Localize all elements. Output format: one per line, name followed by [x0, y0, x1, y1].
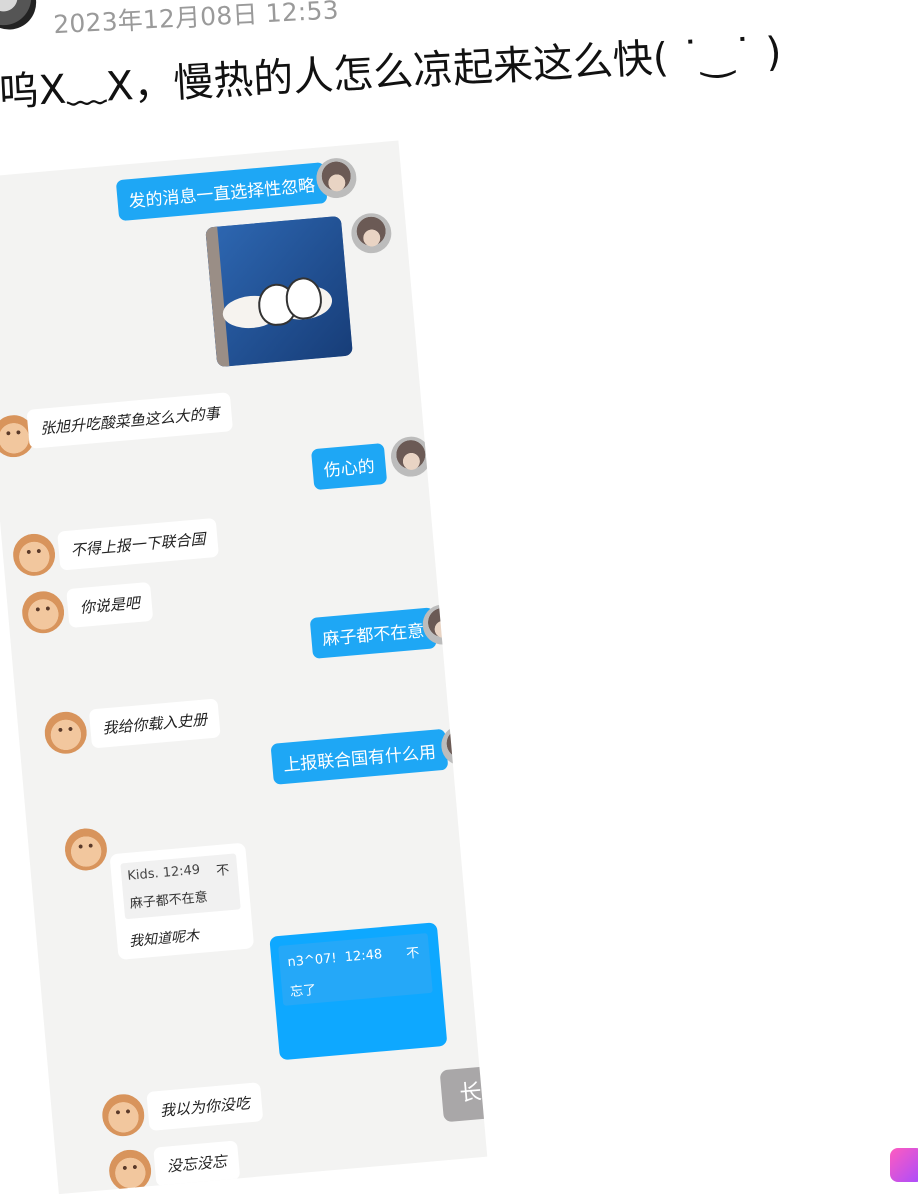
post-date: 2023年12月08日 12:53: [52, 0, 340, 40]
my-avatar: [465, 910, 488, 954]
my-avatar: [389, 434, 433, 479]
my-avatar: [349, 211, 394, 255]
other-avatar: [63, 826, 109, 873]
reply-text: 我知道呢木: [128, 927, 200, 951]
other-avatar: [100, 1092, 147, 1138]
message-bubble-mine: 上报联合国有什么用: [270, 728, 449, 785]
message-bubble-mine: 发的消息一直选择性忽略: [115, 162, 328, 222]
quoted-message[interactable]: n3^07! 12:48 不 忘了: [278, 932, 433, 1006]
message-bubble-other: 我给你载入史册: [88, 698, 221, 749]
other-avatar: [42, 710, 89, 756]
quote-reply-other[interactable]: Kids. 12:49 不 麻子都不在意 我知道呢木: [109, 842, 255, 961]
quote-text: 麻子都不在意: [129, 890, 209, 912]
message-bubble-other: 你说是吧: [66, 581, 154, 629]
other-avatar: [107, 1148, 153, 1194]
long-image-button[interactable]: 长图: [439, 1063, 488, 1123]
quote-jump-icon[interactable]: 不: [215, 859, 230, 879]
message-bubble-other: 张旭升吃酸菜鱼这么大的事: [26, 392, 234, 449]
message-bubble-other: 没忘没忘: [153, 1140, 241, 1187]
message-bubble-other: 我以为你没吃: [146, 1082, 264, 1131]
app-corner-icon[interactable]: [890, 1148, 918, 1182]
post-header: 2023年12月08日 12:53 呜X﹏X，慢热的人怎么凉起来这么快( ˙‿˙…: [0, 0, 918, 160]
quote-jump-icon[interactable]: 不: [405, 942, 420, 962]
other-avatar: [11, 532, 57, 578]
message-bubble-mine: 麻子都不在意: [309, 607, 437, 659]
chat-screenshot: 发的消息一直选择性忽略 张旭升吃酸菜鱼这么大的事 伤心的 不得上报一下联合国 你…: [0, 140, 488, 1194]
quote-reply-mine[interactable]: n3^07! 12:48 不 忘了: [269, 922, 448, 1061]
quote-meta: Kids. 12:49: [126, 862, 201, 884]
other-avatar: [20, 589, 66, 636]
sticker-image-message[interactable]: [205, 215, 353, 368]
message-bubble-mine: 伤心的: [310, 442, 388, 491]
quote-meta: n3^07! 12:48: [286, 947, 383, 971]
quoted-message[interactable]: Kids. 12:49 不 麻子都不在意: [120, 853, 241, 920]
quote-text: 忘了: [289, 982, 317, 1001]
message-bubble-other: 不得上报一下联合国: [57, 517, 219, 571]
author-avatar[interactable]: [0, 0, 38, 31]
